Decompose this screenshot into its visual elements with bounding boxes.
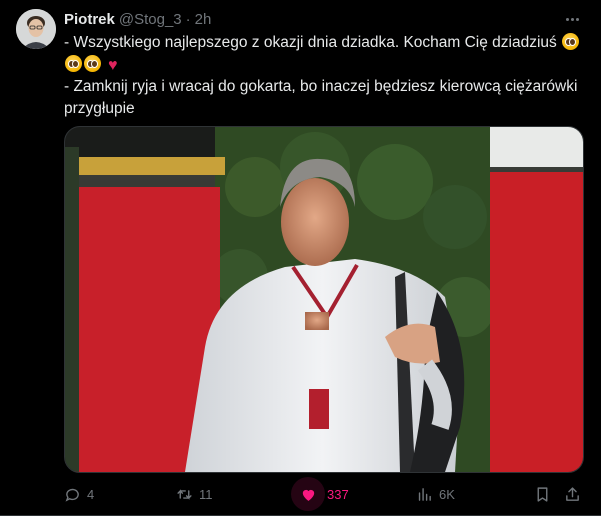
avatar-image (16, 9, 56, 49)
red-heart-emoji: ♥ (108, 56, 118, 74)
like-highlight (291, 477, 325, 511)
pleading-face-emoji (65, 54, 82, 72)
tweet-actions: 4 11 337 6K (64, 477, 586, 511)
author-name[interactable]: Piotrek (64, 11, 115, 28)
author-handle[interactable]: @Stog_3 (119, 11, 182, 28)
tweet-line-1: - Wszystkiego najlepszego z okazji dnia … (64, 34, 557, 51)
avatar[interactable] (16, 9, 56, 49)
views-count: 6K (439, 486, 455, 502)
reply-count: 4 (87, 486, 95, 502)
tweet[interactable]: Piotrek @Stog_3 · 2h - Wszystkiego najle… (0, 0, 601, 516)
tweet-header: Piotrek @Stog_3 · 2h (64, 9, 581, 29)
bookmark-icon (537, 486, 548, 502)
like-icon (302, 489, 314, 501)
retweet-button[interactable]: 11 (176, 482, 213, 506)
retweet-count: 11 (199, 486, 213, 502)
like-count: 337 (327, 486, 349, 502)
views-icon (418, 487, 431, 501)
tweet-text: - Wszystkiego najlepszego z okazji dnia … (64, 32, 584, 119)
separator-dot: · (185, 10, 191, 28)
retweet-icon (177, 488, 192, 500)
share-button[interactable] (564, 482, 581, 506)
tweet-photo[interactable] (64, 126, 584, 473)
pleading-face-emoji (84, 54, 101, 72)
like-button[interactable]: 337 (291, 477, 349, 511)
share-icon (566, 486, 579, 501)
tweet-time[interactable]: 2h (195, 11, 212, 28)
bookmark-button[interactable] (534, 482, 551, 506)
views-button[interactable]: 6K (416, 482, 455, 506)
reply-icon (65, 488, 79, 502)
pleading-face-emoji (562, 33, 580, 50)
reply-button[interactable]: 4 (64, 482, 94, 506)
more-icon[interactable] (563, 9, 581, 29)
tweet-line-2: - Zamknij ryja i wracaj do gokarta, bo i… (64, 78, 578, 117)
photo-image (65, 127, 583, 472)
